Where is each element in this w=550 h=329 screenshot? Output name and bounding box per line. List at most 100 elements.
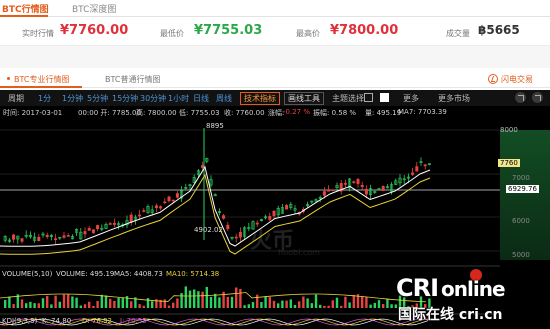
candle-body (272, 210, 276, 217)
last-price-tag: 7760 (498, 159, 520, 167)
collapse-button-icon[interactable] (515, 92, 526, 103)
volume-bar (327, 305, 330, 308)
volume-bar (75, 297, 78, 308)
ticker-bar: 实时行情 ¥7760.00 最低价 ¥7755.03 最高价 ¥7800.00 … (0, 18, 550, 46)
volume-bar (344, 296, 347, 308)
flash-trade-link[interactable]: 闪电交易 (501, 74, 533, 85)
chart-tab-bar: BTC专业行情图 BTC普通行情图 (0, 68, 550, 88)
volume-bar (281, 300, 284, 308)
candle-body (20, 238, 24, 242)
volume-bar (188, 290, 192, 308)
volume-bar (62, 294, 66, 308)
section-gap (0, 46, 550, 68)
volume-bar (386, 298, 389, 308)
volume-bar (214, 293, 217, 308)
volume-bar (272, 300, 276, 308)
candle-body (62, 235, 66, 238)
volume-bar (184, 286, 187, 308)
volume-bar (239, 288, 242, 308)
volume-bar (226, 296, 229, 308)
candle-body (167, 196, 171, 202)
candle-body (222, 215, 226, 219)
volume-bar (256, 294, 259, 308)
candle-body (226, 224, 230, 230)
current-line-tag: 6929.76 (506, 185, 539, 193)
volume-bar (201, 291, 204, 308)
cri-logo-subtitle: 国际在线 cri.cn (398, 307, 503, 323)
volume-bar (302, 296, 305, 308)
volume-name: VOLUME(5,10) (2, 270, 53, 278)
candle-body (66, 235, 70, 237)
volume-bar (180, 293, 183, 308)
candle-body (54, 238, 58, 241)
candle-body (415, 166, 419, 172)
volume-bar (361, 296, 364, 308)
volume-bar (50, 304, 53, 308)
tab-pro-chart[interactable]: BTC专业行情图 (14, 74, 70, 85)
volume-bar (33, 303, 36, 308)
volume-bar (277, 303, 280, 308)
volume-bar (138, 304, 141, 308)
ytick-8000: 8000 (500, 126, 518, 134)
volume-bar (92, 305, 95, 308)
candle-body (238, 232, 242, 238)
volume-bar (113, 300, 116, 308)
volume-bar (20, 299, 24, 308)
volume-bar (29, 301, 32, 308)
volume-bar (121, 297, 124, 308)
volume-bar (218, 297, 221, 308)
volume-bar (235, 287, 238, 308)
volume-bar (377, 300, 381, 308)
candle-body (175, 193, 179, 198)
candle-body (322, 191, 326, 196)
volume-bar (12, 304, 15, 308)
volume-bar (251, 302, 255, 308)
active-dot-icon (7, 77, 10, 80)
volume-bar (46, 295, 49, 308)
volume-bar (4, 299, 7, 308)
volume-bar (151, 301, 154, 308)
volume-bar (319, 304, 322, 308)
candle-body (364, 188, 368, 195)
candle-body (45, 234, 49, 238)
candle-body (285, 205, 289, 210)
candle-body (96, 225, 100, 229)
ytick-7000: 7000 (512, 174, 530, 182)
tab-btc-chart[interactable]: BTC行情图 (2, 2, 49, 15)
volume-bar (197, 291, 200, 308)
volume-bar (260, 302, 263, 308)
volume-bar (205, 286, 208, 308)
volume-bar (314, 294, 318, 308)
volume-bar (8, 296, 11, 308)
candle-body (37, 236, 41, 242)
volume-bar (100, 294, 103, 308)
volume-ma10: MA10: 5714.38 (166, 270, 220, 278)
volume-bar (209, 296, 213, 308)
volume-bar (83, 304, 87, 308)
candle-body (423, 164, 427, 167)
volume-bar (310, 303, 313, 308)
tab-btc-depth[interactable]: BTC深度图 (72, 2, 116, 15)
volume-bar (382, 304, 385, 308)
depth-gradient (500, 130, 550, 260)
volume-bar (163, 299, 166, 308)
candle-body (12, 234, 16, 240)
cri-logo: CRI online (396, 274, 506, 302)
ma-line-yellow (0, 173, 431, 255)
candle-body (163, 201, 167, 204)
lightning-icon[interactable] (488, 74, 498, 84)
candle-body (352, 181, 356, 183)
candle-body (142, 210, 146, 212)
low-label: 最低价 (160, 29, 184, 38)
volume-bar (117, 297, 120, 308)
volume-bar (394, 304, 397, 308)
volume-val: VOLUME: 495.19 (56, 270, 115, 278)
expand-button-icon[interactable] (532, 92, 543, 103)
volume-bar (96, 301, 99, 308)
volume-bar (54, 295, 57, 308)
tab-normal-chart[interactable]: BTC普通行情图 (105, 74, 161, 85)
ytick-5000: 5000 (512, 251, 530, 259)
volume-bar (25, 303, 28, 308)
volume-bar (41, 298, 45, 308)
candle-body (381, 185, 385, 191)
